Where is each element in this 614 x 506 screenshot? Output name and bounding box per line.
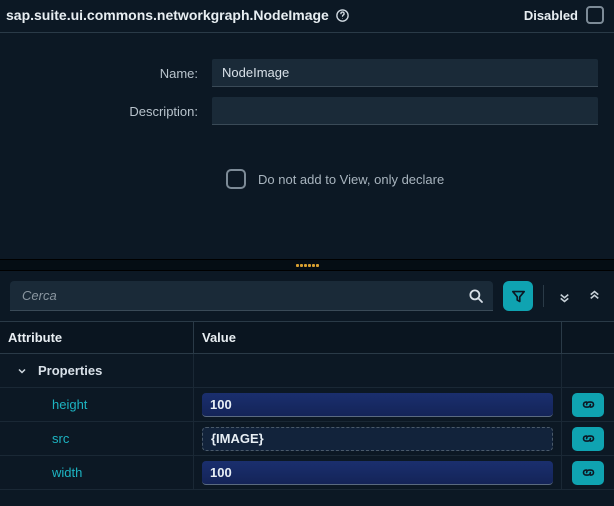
declare-checkbox[interactable] [226,169,246,189]
declare-label: Do not add to View, only declare [258,172,444,187]
col-header-value[interactable]: Value [194,322,562,353]
header-bar: sap.suite.ui.commons.networkgraph.NodeIm… [0,0,614,33]
splitter-bar[interactable] [0,259,614,271]
disabled-checkbox[interactable] [586,6,604,24]
splitter-handle-icon [296,264,319,267]
chevron-down-icon[interactable] [16,365,28,377]
class-title: sap.suite.ui.commons.networkgraph.NodeIm… [6,7,329,23]
search-icon[interactable] [467,287,485,305]
name-input[interactable] [212,59,598,87]
property-value-input[interactable] [202,427,553,451]
expand-all-button[interactable] [554,286,574,306]
filter-button[interactable] [503,281,533,311]
property-name[interactable]: src [52,431,69,446]
group-row-properties[interactable]: Properties [0,354,614,388]
col-header-actions [562,322,614,353]
table-row: height [0,388,614,422]
grid-header: Attribute Value [0,321,614,354]
table-row: src [0,422,614,456]
form-panel: Name: Description: Do not add to View, o… [0,33,614,199]
description-label: Description: [16,104,212,119]
property-value-input[interactable] [202,461,553,485]
property-name[interactable]: width [52,465,82,480]
bind-button[interactable] [572,393,604,417]
table-row: width [0,456,614,490]
collapse-all-button[interactable] [584,286,604,306]
help-icon[interactable] [335,7,351,23]
description-input[interactable] [212,97,598,125]
search-input[interactable] [10,281,493,311]
grid-toolbar [0,271,614,321]
bind-button[interactable] [572,461,604,485]
property-value-input[interactable] [202,393,553,417]
disabled-label: Disabled [524,8,578,23]
name-label: Name: [16,66,212,81]
group-label: Properties [38,363,102,378]
col-header-attribute[interactable]: Attribute [0,322,194,353]
property-name[interactable]: height [52,397,87,412]
bind-button[interactable] [572,427,604,451]
toolbar-separator [543,285,544,307]
